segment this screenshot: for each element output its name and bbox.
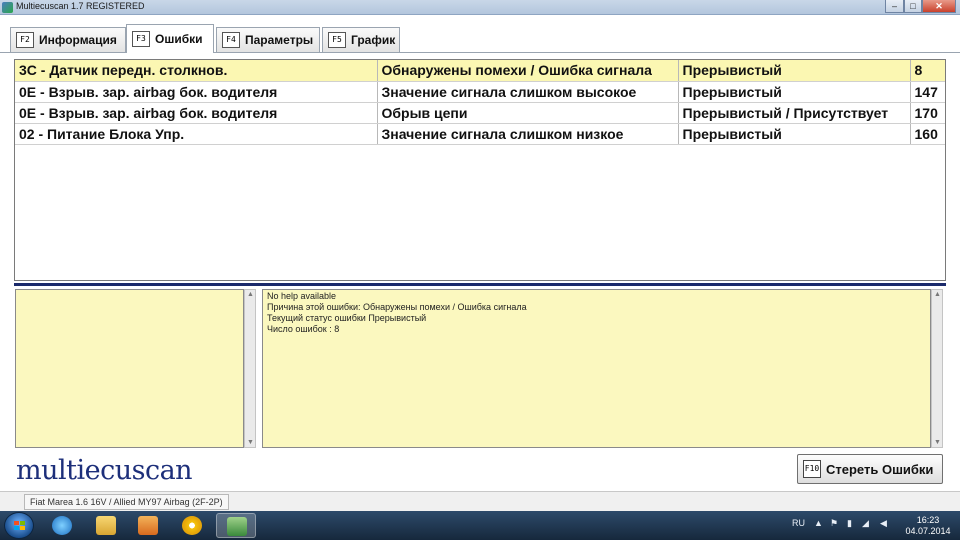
multiecuscan-logo: multiecuscan [16,455,193,486]
freeze-frame-panel [15,289,244,448]
taskbar-media-player[interactable] [128,513,168,538]
multiecuscan-taskbar-icon [227,517,247,536]
action-center-flag-icon[interactable]: ⚑ [830,518,838,529]
volume-icon[interactable]: ◀ [880,518,887,529]
table-row[interactable]: 0E - Взрыв. зар. airbag бок. водителя Зн… [15,81,945,103]
tab-errors[interactable]: F3 Ошибки [126,24,214,53]
show-hidden-icons-icon[interactable]: ▲ [814,518,823,528]
fault-status: Прерывистый / Присутствует [678,102,911,124]
maximize-button[interactable]: □ [904,0,922,13]
splitter[interactable] [14,283,946,286]
clock-date: 04.07.2014 [905,526,951,536]
tab-parameters[interactable]: F4 Параметры [216,27,320,52]
clear-errors-button[interactable]: F10 Стереть Ошибки [797,454,943,484]
fault-code: 02 - Питание Блока Упр. [15,123,378,145]
clear-errors-label: Стереть Ошибки [826,461,934,477]
table-row[interactable]: 3C - Датчик передн. столкнов. Обнаружены… [15,60,945,82]
folder-icon [96,516,116,535]
help-line: Число ошибок : 8 [267,324,340,334]
fault-description: Обнаружены помехи / Ошибка сигнала [377,60,679,82]
scroll-down-icon[interactable]: ▼ [933,439,942,446]
system-clock[interactable]: 16:23 04.07.2014 [902,515,954,537]
fault-count: 8 [910,60,945,82]
fault-status: Прерывистый [678,81,911,103]
fault-list: 3C - Датчик передн. столкнов. Обнаружены… [14,59,946,281]
tab-graph[interactable]: F5 График [322,27,400,52]
clock-time: 16:23 [916,515,940,525]
taskbar-chrome[interactable] [172,513,212,538]
start-button[interactable] [4,512,34,539]
f5-key-icon: F5 [328,32,346,48]
fault-description: Значение сигнала слишком высокое [377,81,679,103]
tab-label: Информация [39,33,117,47]
taskbar-explorer[interactable] [86,513,126,538]
help-panel-scrollbar[interactable]: ▲ ▼ [931,289,943,448]
help-line: No help available [267,291,337,301]
minimize-button[interactable]: – [885,0,904,13]
fault-description: Значение сигнала слишком низкое [377,123,679,145]
close-button[interactable]: ✕ [922,0,956,13]
chrome-icon [182,516,202,535]
f2-key-icon: F2 [16,32,34,48]
windows-logo-icon [14,521,25,531]
scroll-up-icon[interactable]: ▲ [246,291,255,298]
fault-count: 160 [910,123,945,145]
network-icon[interactable]: ◢ [862,518,869,529]
fault-description: Обрыв цепи [377,102,679,124]
table-row[interactable]: 02 - Питание Блока Упр. Значение сигнала… [15,123,945,145]
fault-code: 3C - Датчик передн. столкнов. [15,60,378,82]
battery-icon[interactable]: ▮ [847,518,852,529]
media-player-icon [138,516,158,535]
f4-key-icon: F4 [222,32,240,48]
fault-count: 170 [910,102,945,124]
taskbar-multiecuscan[interactable] [216,513,256,538]
scroll-down-icon[interactable]: ▼ [246,439,255,446]
fault-count: 147 [910,81,945,103]
help-line: Причина этой ошибки: Обнаружены помехи /… [267,302,527,312]
f10-key-icon: F10 [803,460,821,478]
fault-code: 0E - Взрыв. зар. airbag бок. водителя [15,81,378,103]
left-panel-scrollbar[interactable]: ▲ ▼ [244,289,256,448]
help-line: Текущий статус ошибки Прерывистый [267,313,427,323]
scroll-up-icon[interactable]: ▲ [933,291,942,298]
vehicle-info: Fiat Marea 1.6 16V / Allied MY97 Airbag … [24,494,229,510]
window-title: Multiecuscan 1.7 REGISTERED [16,1,145,11]
tab-label: Параметры [245,33,314,47]
internet-explorer-icon [52,516,72,535]
taskbar-ie[interactable] [42,513,82,538]
fault-table: 3C - Датчик передн. столкнов. Обнаружены… [15,60,945,145]
f3-key-icon: F3 [132,31,150,47]
language-indicator[interactable]: RU [792,518,805,528]
help-panel: No help available Причина этой ошибки: О… [262,289,931,448]
tab-information[interactable]: F2 Информация [10,27,126,52]
fault-code: 0E - Взрыв. зар. airbag бок. водителя [15,102,378,124]
taskbar: RU ▲ ⚑ ▮ ◢ ◀ 16:23 04.07.2014 [0,511,960,540]
table-row[interactable]: 0E - Взрыв. зар. airbag бок. водителя Об… [15,102,945,124]
tab-label: График [351,33,396,47]
fault-status: Прерывистый [678,123,911,145]
title-bar: Multiecuscan 1.7 REGISTERED – □ ✕ [0,0,960,15]
tab-label: Ошибки [155,32,203,46]
status-bar: Fiat Marea 1.6 16V / Allied MY97 Airbag … [0,491,960,511]
app-icon [2,2,13,13]
fault-status: Прерывистый [678,60,911,82]
